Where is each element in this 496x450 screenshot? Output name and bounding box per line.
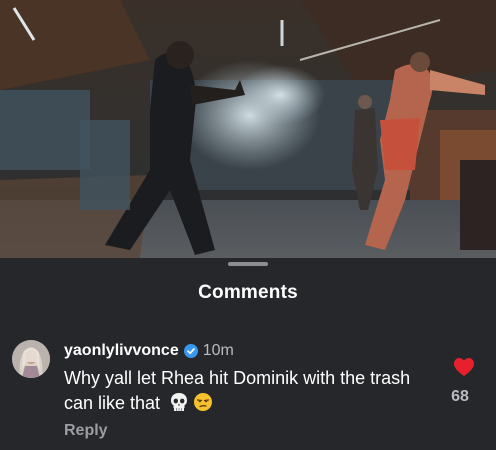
comment-time: 10m — [202, 342, 234, 359]
reply-button[interactable]: Reply — [64, 422, 108, 440]
heart-icon[interactable] — [453, 357, 475, 377]
username[interactable]: yaonlylivvonce — [64, 342, 179, 360]
like-count: 68 — [451, 388, 469, 405]
comment-text: Why yall let Rhea hit Dominik with the t… — [64, 368, 411, 413]
comment-header: yaonlylivvonce 10m — [64, 340, 234, 362]
verified-badge-icon — [183, 344, 198, 358]
comment-text-block: Why yall let Rhea hit Dominik with the t… — [64, 366, 444, 416]
avatar[interactable] — [12, 340, 50, 378]
unamused-face-emoji-icon — [193, 392, 213, 412]
video-player[interactable] — [0, 0, 496, 258]
video-frame — [0, 0, 496, 258]
sheet-title: Comments — [198, 282, 298, 303]
comments-sheet: Comments yaonlylivvonce 10m Why yall let… — [0, 258, 496, 450]
drag-handle[interactable] — [228, 262, 268, 266]
comment-item: yaonlylivvonce 10m Why yall let Rhea hit… — [0, 336, 496, 446]
skull-emoji-icon — [169, 392, 189, 412]
